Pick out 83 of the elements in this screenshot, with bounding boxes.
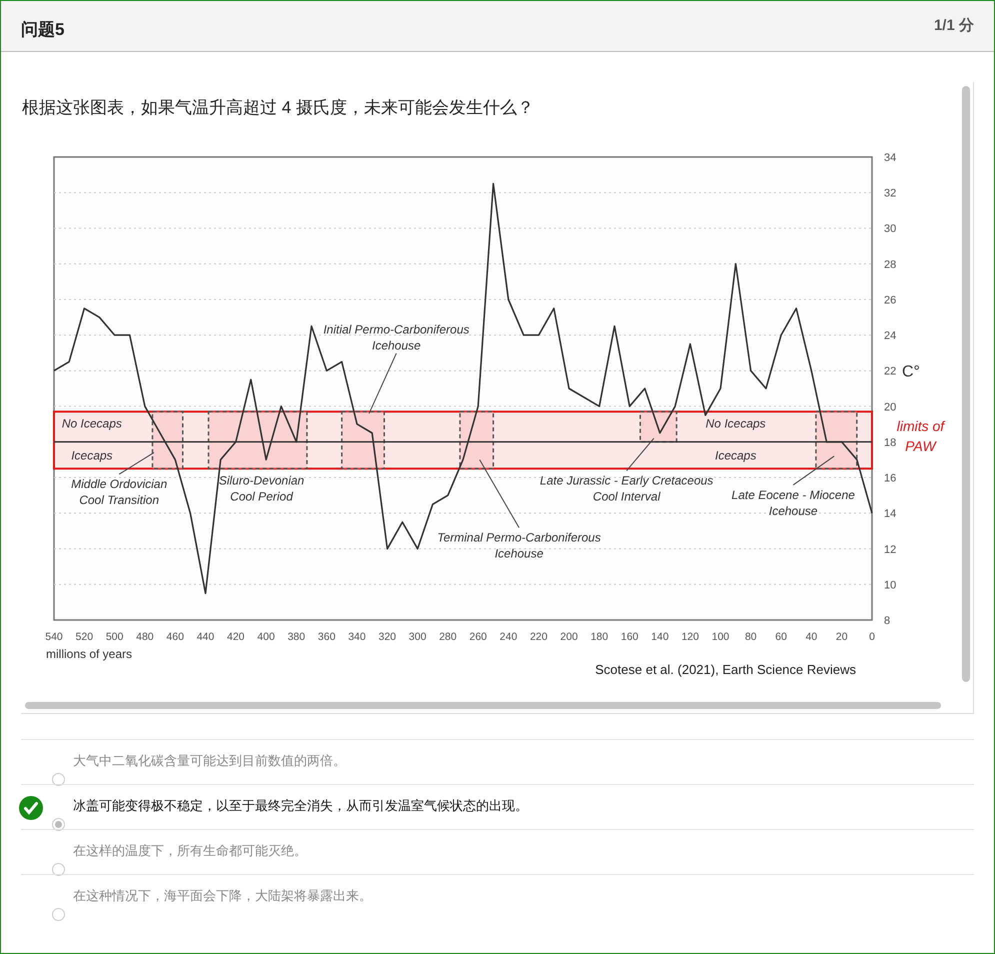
chart-annotation: Late Eocene - Miocene Icehouse <box>732 487 855 518</box>
dashed-region <box>815 410 858 469</box>
y-tick-label: 24 <box>884 330 896 342</box>
y-tick-label: 12 <box>884 543 896 556</box>
option-text: 大气中二氧化碳含量可能达到目前数值的两倍。 <box>73 752 346 770</box>
answer-option[interactable]: 大气中二氧化碳含量可能达到目前数值的两倍。 <box>21 739 974 784</box>
dashed-region <box>459 410 494 469</box>
x-tick-label: 440 <box>196 630 214 642</box>
chart-annotation: No Icecaps <box>706 416 766 430</box>
question-text: 根据这张图表，如果气温升高超过 4 摄氏度，未来可能会发生什么？ <box>21 97 535 119</box>
x-tick-label: 60 <box>775 630 787 642</box>
chart-annotation: No Icecaps <box>62 416 122 430</box>
dashed-region <box>639 410 678 442</box>
score-label: 1/1 分 <box>934 16 974 36</box>
y-axis-label: C° <box>902 363 920 380</box>
x-tick-label: 400 <box>257 630 275 642</box>
x-tick-label: 80 <box>744 630 757 642</box>
y-tick-label: 28 <box>884 258 896 270</box>
chart-annotation: Icecaps <box>71 448 113 462</box>
x-tick-label: 240 <box>500 630 518 642</box>
answer-option[interactable]: 在这样的温度下，所有生命都可能灭绝。 <box>21 829 974 874</box>
x-tick-label: 220 <box>530 630 548 642</box>
y-tick-label: 16 <box>884 472 896 484</box>
vertical-scrollbar[interactable] <box>962 86 970 682</box>
x-tick-label: 40 <box>806 630 818 642</box>
radio-button[interactable] <box>52 863 65 876</box>
x-tick-label: 320 <box>378 630 396 642</box>
x-tick-label: 100 <box>712 630 730 642</box>
x-tick-label: 340 <box>348 630 366 642</box>
answer-option[interactable]: 在这种情况下，海平面会下降，大陆架将暴露出来。 <box>21 874 974 919</box>
dashed-region <box>341 410 385 469</box>
radio-button[interactable] <box>52 908 65 921</box>
figure-credit: Scotese et al. (2021), Earth Science Reviews <box>595 662 856 676</box>
chart-annotation: Siluro-Devonian Cool Period <box>218 473 304 504</box>
x-tick-label: 460 <box>166 630 184 642</box>
leader-line <box>626 437 654 471</box>
question-title: 问题5 <box>21 19 64 41</box>
x-tick-label: 500 <box>106 630 124 642</box>
x-tick-label: 520 <box>76 630 94 642</box>
radio-button[interactable] <box>52 773 65 786</box>
chart-annotation: Terminal Permo-Carboniferous Icehouse <box>437 530 601 560</box>
y-tick-label: 14 <box>884 508 896 520</box>
x-tick-label: 280 <box>439 630 457 642</box>
y-tick-label: 10 <box>884 578 896 591</box>
x-tick-label: 260 <box>469 630 487 642</box>
horizontal-scrollbar[interactable] <box>25 702 941 709</box>
answer-option[interactable]: 冰盖可能变得极不稳定，以至于最终完全消失，从而引发温室气候状态的出现。 <box>21 784 974 829</box>
y-tick-label: 32 <box>884 187 896 200</box>
leader-line <box>479 458 520 528</box>
leader-line <box>118 452 154 474</box>
x-tick-label: 20 <box>836 630 848 642</box>
y-tick-label: 34 <box>884 152 896 164</box>
x-tick-label: 160 <box>620 630 638 642</box>
chart-annotation: Initial Permo-Carboniferous Icehouse <box>323 322 470 352</box>
chart-annotation: Middle Ordovician Cool Transition <box>71 476 168 507</box>
x-tick-label: 140 <box>651 630 669 642</box>
x-tick-label: 380 <box>288 630 306 642</box>
y-tick-label: 8 <box>884 614 890 626</box>
x-tick-label: 0 <box>869 630 875 642</box>
option-text: 在这样的温度下，所有生命都可能灭绝。 <box>73 842 307 860</box>
paw-label: limits of PAW <box>896 418 944 454</box>
y-tick-label: 18 <box>884 436 896 448</box>
leader-line <box>792 455 835 485</box>
x-tick-label: 360 <box>318 630 336 642</box>
x-tick-label: 480 <box>136 630 154 642</box>
option-text: 冰盖可能变得极不稳定，以至于最终完全消失，从而引发温室气候状态的出现。 <box>73 797 528 815</box>
option-text: 在这种情况下，海平面会下降，大陆架将暴露出来。 <box>73 887 372 905</box>
x-tick-label: 420 <box>227 630 245 642</box>
x-axis-label: millions of years <box>46 646 132 660</box>
x-tick-label: 540 <box>45 630 63 642</box>
leader-line <box>368 352 397 414</box>
x-tick-label: 120 <box>681 630 699 642</box>
chart-annotation: Icecaps <box>714 448 756 462</box>
y-tick-label: 20 <box>884 400 896 413</box>
y-tick-label: 26 <box>884 294 896 306</box>
chart-annotation: Late Jurassic - Early Cretaceous Cool Interval <box>540 473 714 504</box>
dashed-region <box>152 410 184 469</box>
x-tick-label: 300 <box>408 630 426 642</box>
x-tick-label: 200 <box>560 630 578 642</box>
y-tick-label: 22 <box>884 365 896 378</box>
x-tick-label: 180 <box>590 630 608 642</box>
radio-button[interactable] <box>52 818 65 831</box>
y-tick-label: 30 <box>884 222 896 235</box>
